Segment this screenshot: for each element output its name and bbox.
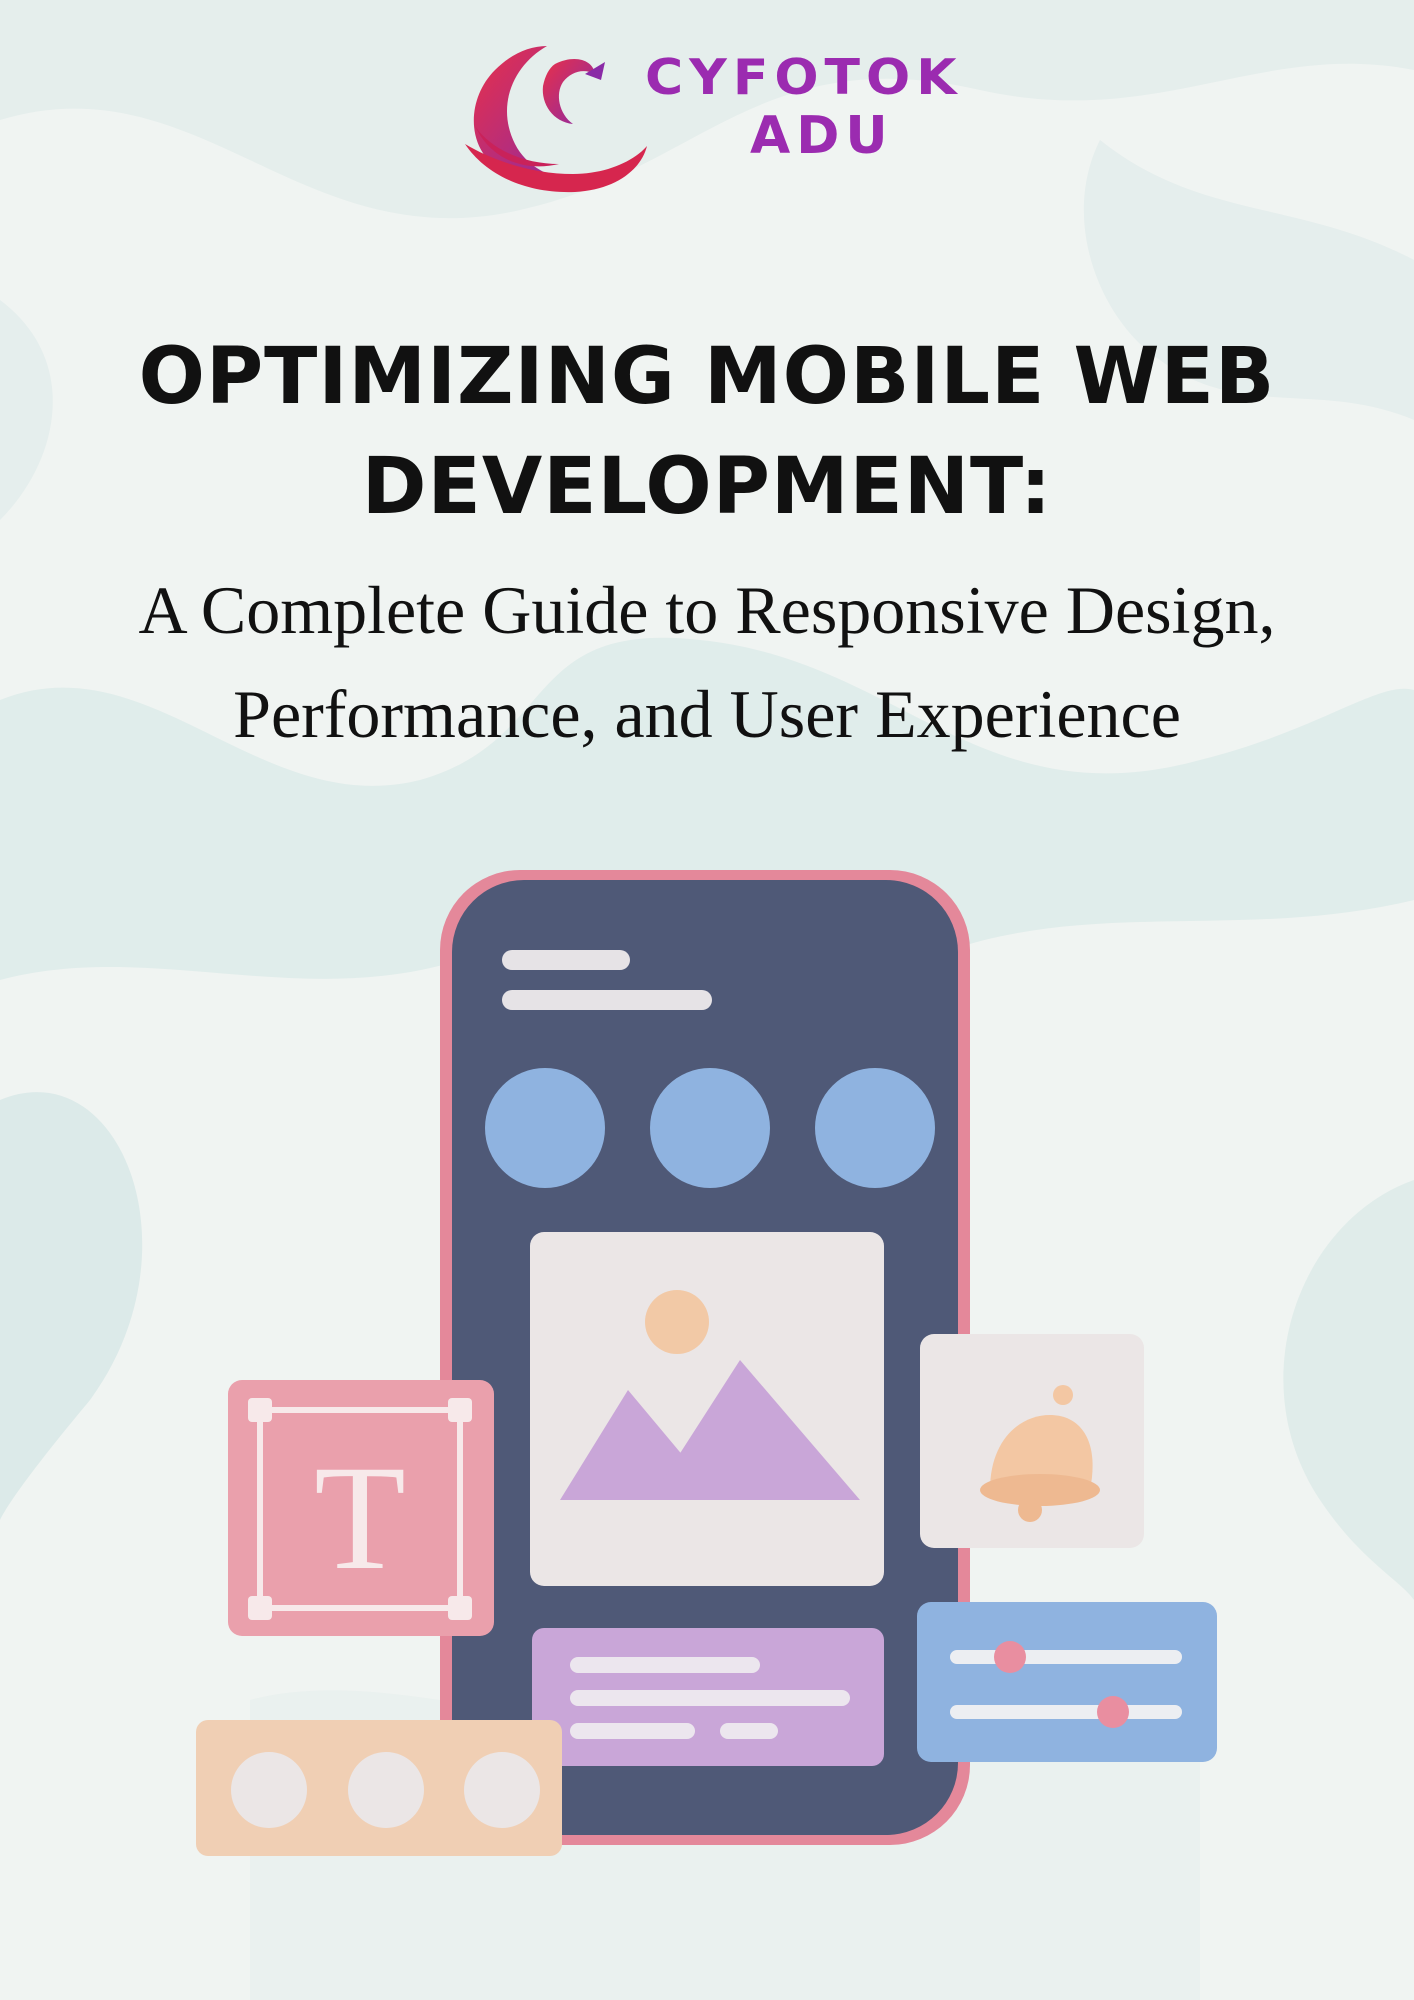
title-line1: OPTIMIZING MOBILE WEB (138, 332, 1276, 422)
phone-circle-button (485, 1068, 605, 1188)
brand-line1: CYFOTOK (645, 49, 963, 107)
bell-icon (920, 1334, 1144, 1548)
brand-wordmark: CYFOTOK ADU (645, 52, 963, 162)
image-icon (530, 1232, 884, 1586)
page-subtitle: A Complete Guide to Responsive Design, P… (0, 558, 1414, 766)
dots-panel (196, 1720, 562, 1856)
phone-circle-button (650, 1068, 770, 1188)
slider-panel (917, 1602, 1217, 1762)
phone-circle-button (815, 1068, 935, 1188)
text-lines-card (532, 1628, 884, 1766)
page-title: OPTIMIZING MOBILE WEB DEVELOPMENT: (0, 322, 1414, 542)
subtitle-line1: A Complete Guide to Responsive Design, (138, 572, 1276, 648)
phone-text-line (502, 990, 712, 1010)
phone-text-line (502, 950, 630, 970)
text-tool-glyph: T (314, 1435, 406, 1601)
brand-line2: ADU (750, 106, 894, 166)
mobile-illustration: T (196, 870, 1217, 1856)
text-tool-icon: T (228, 1380, 494, 1636)
subtitle-line2: Performance, and User Experience (233, 676, 1181, 752)
title-line2: DEVELOPMENT: (361, 442, 1053, 532)
